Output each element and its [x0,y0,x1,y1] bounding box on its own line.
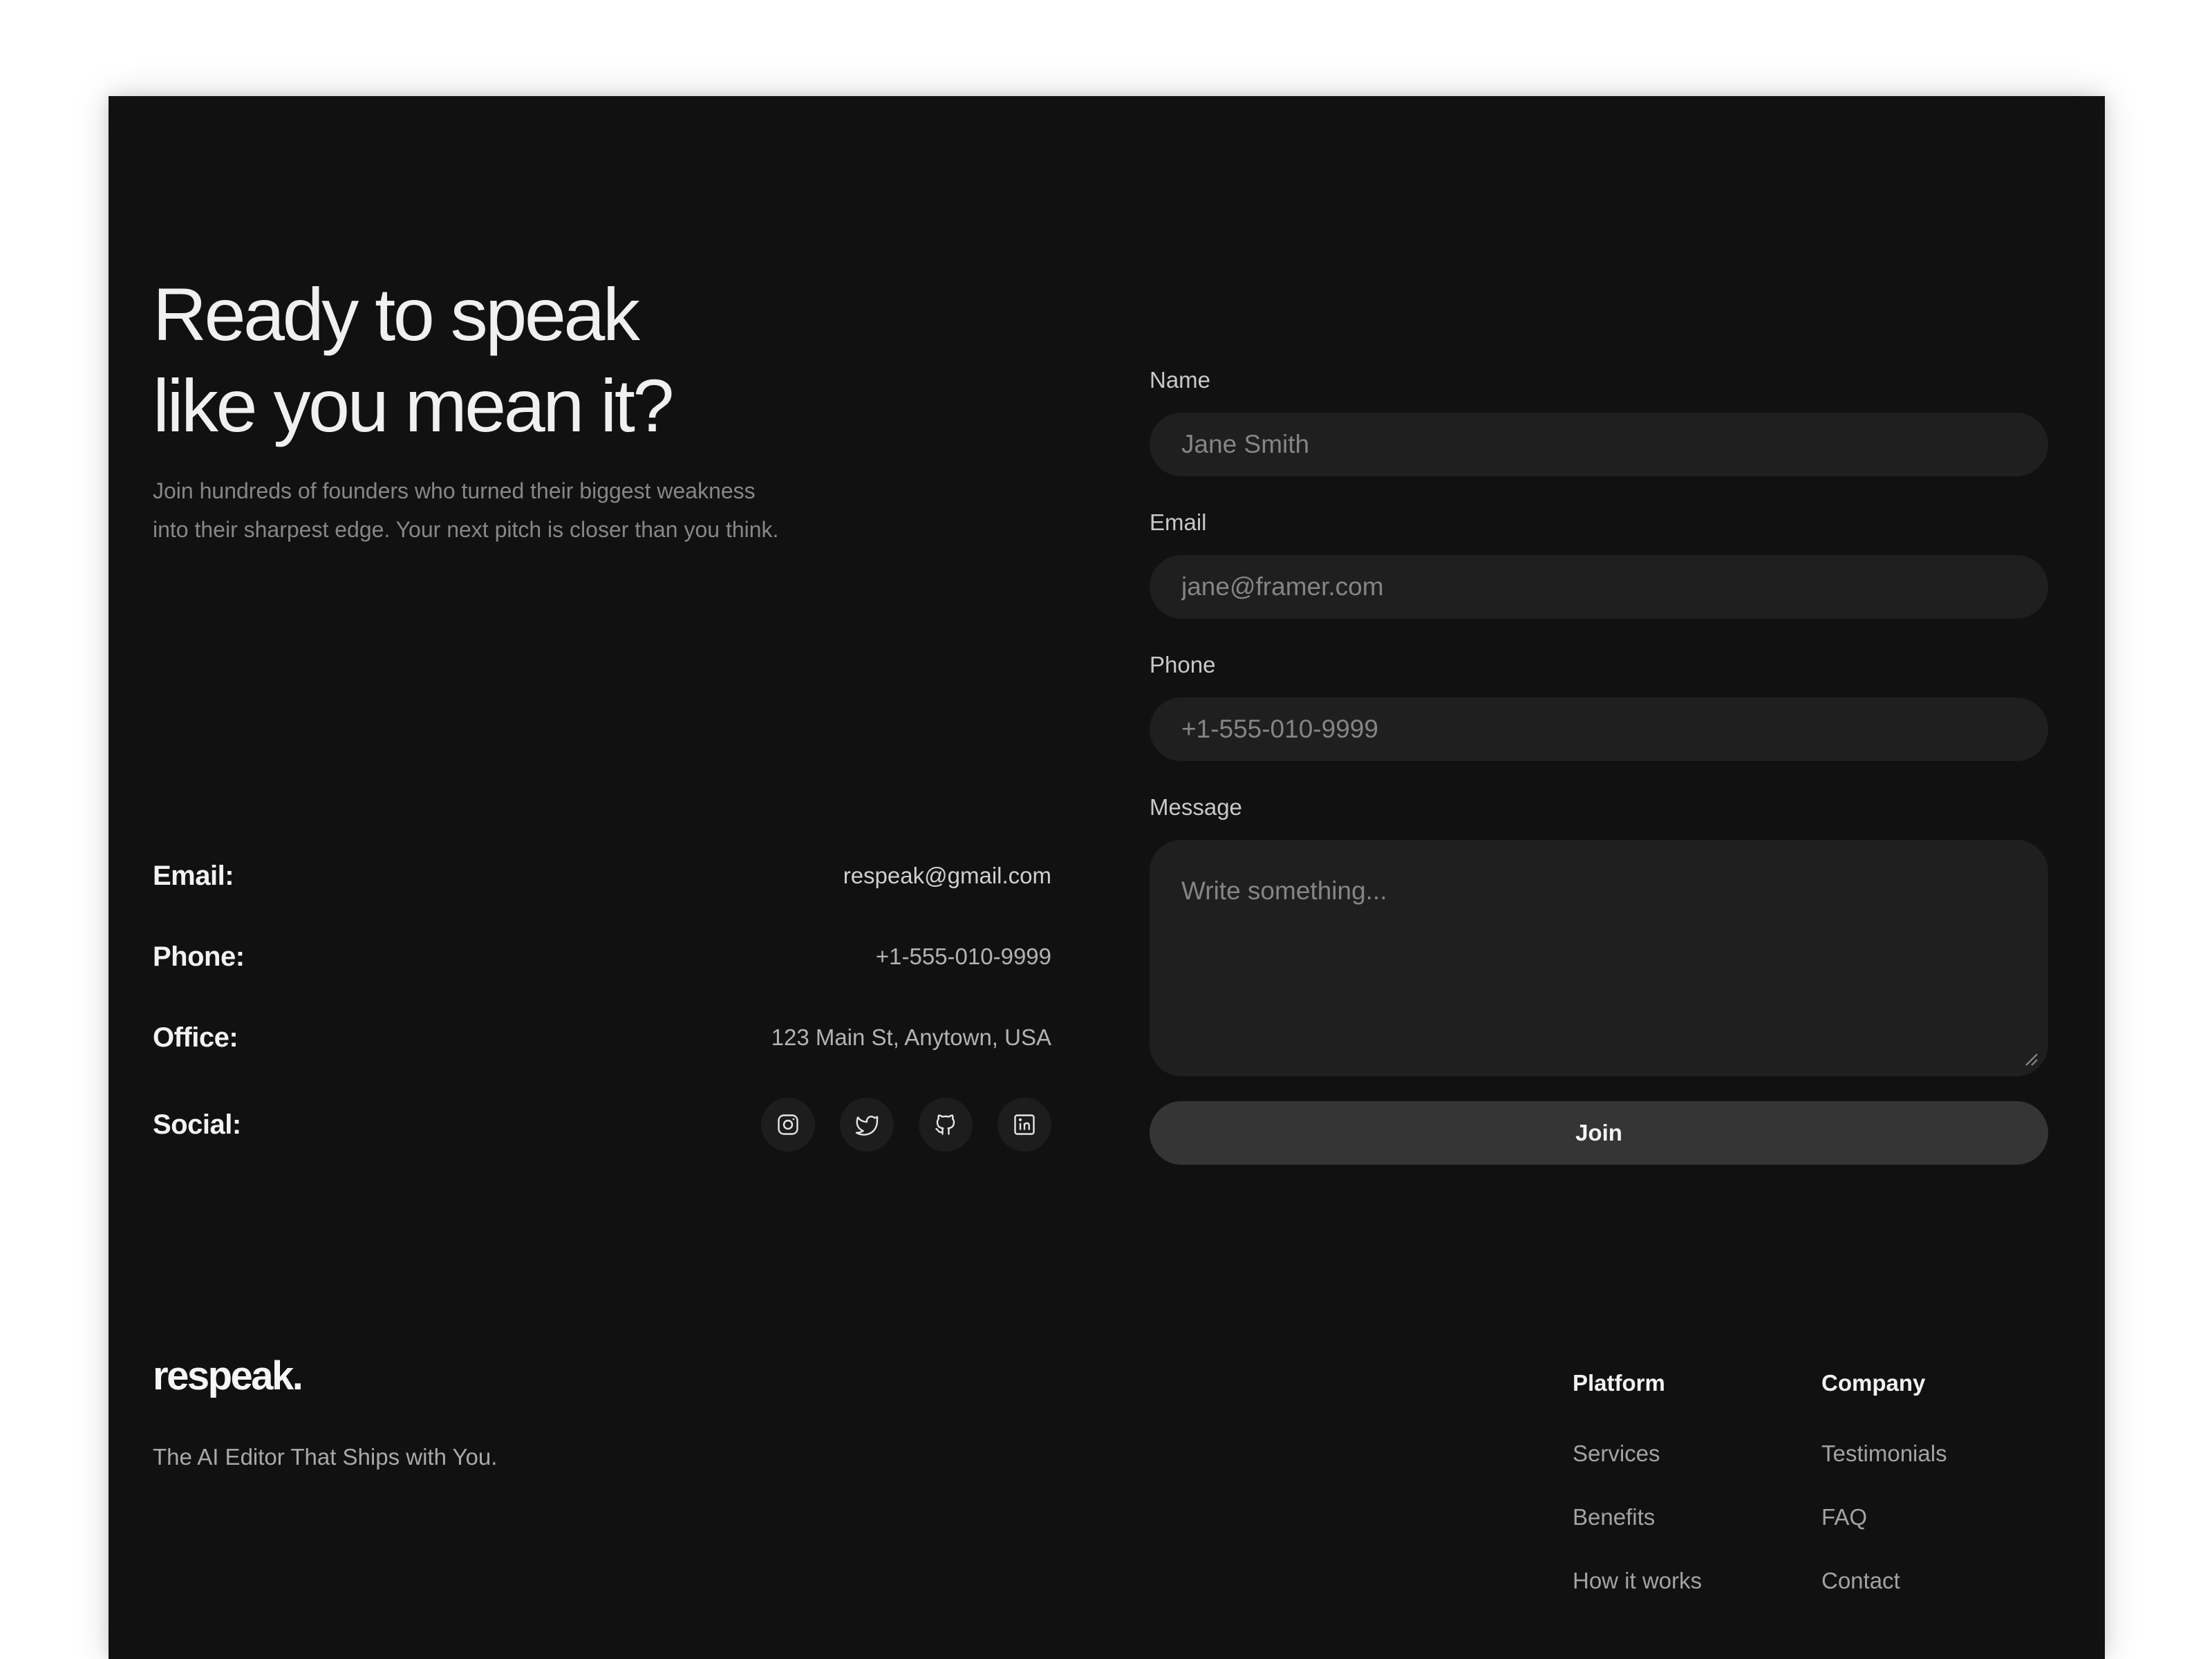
phone-input[interactable] [1150,697,2048,761]
name-label: Name [1150,367,1211,393]
footer-column-title: Platform [1573,1370,1665,1396]
phone-label: Phone [1150,652,1216,677]
footer-link-contact[interactable]: Contact [1821,1567,1947,1595]
twitter-icon [855,1116,879,1136]
instagram-icon [778,1114,798,1135]
linkedin-icon [1014,1114,1035,1135]
contact-row-office: Office: 123 Main St, Anytown, USA [153,1011,1051,1064]
email-label: Email: [153,860,234,891]
message-label: Message [1150,794,1242,820]
footer-link-services[interactable]: Services [1573,1440,1702,1468]
hero-subtext: Join hundreds of founders who turned the… [153,471,858,549]
contact-section: Ready to speak like you mean it? Join hu… [109,96,2105,1659]
message-textarea[interactable] [1150,840,2048,1076]
footer-column-company: Company Testimonials FAQ Contact [1821,1369,1947,1631]
headline-line-2: like you mean it? [153,364,674,447]
name-input[interactable] [1150,413,2048,476]
github-icon [935,1114,955,1135]
subtext-line-1: Join hundreds of founders who turned the… [153,478,756,503]
instagram-button[interactable] [761,1098,815,1152]
phone-value[interactable]: +1-555-010-9999 [876,944,1051,970]
email-label: Email [1150,509,1207,535]
resize-handle-icon[interactable] [2023,1051,2038,1067]
subtext-line-2: into their sharpest edge. Your next pitc… [153,517,779,542]
brand-tagline: The AI Editor That Ships with You. [153,1444,498,1470]
contact-row-email: Email: respeak@gmail.com [153,850,1051,902]
email-input[interactable] [1150,555,2048,619]
footer-link-testimonials[interactable]: Testimonials [1821,1440,1947,1468]
footer-link-how-it-works[interactable]: How it works [1573,1567,1702,1595]
linkedin-button[interactable] [997,1098,1051,1152]
footer-link-faq[interactable]: FAQ [1821,1503,1947,1531]
twitter-button[interactable] [840,1098,894,1152]
footer-link-benefits[interactable]: Benefits [1573,1503,1702,1531]
footer-column-platform: Platform Services Benefits How it works [1573,1369,1702,1631]
page-title: Ready to speak like you mean it? [153,269,913,451]
office-label: Office: [153,1022,238,1053]
phone-label: Phone: [153,941,245,972]
contact-row-phone: Phone: +1-555-010-9999 [153,930,1051,983]
join-button[interactable]: Join [1150,1101,2048,1165]
brand-logo[interactable]: respeak. [153,1353,303,1399]
social-label: Social: [153,1109,241,1140]
social-links [761,1098,1051,1152]
contact-row-social: Social: [153,1098,1051,1152]
github-button[interactable] [919,1098,973,1152]
headline-line-1: Ready to speak [153,272,640,356]
footer-column-title: Company [1821,1370,1926,1396]
office-value: 123 Main St, Anytown, USA [771,1024,1051,1050]
email-value[interactable]: respeak@gmail.com [843,863,1051,889]
